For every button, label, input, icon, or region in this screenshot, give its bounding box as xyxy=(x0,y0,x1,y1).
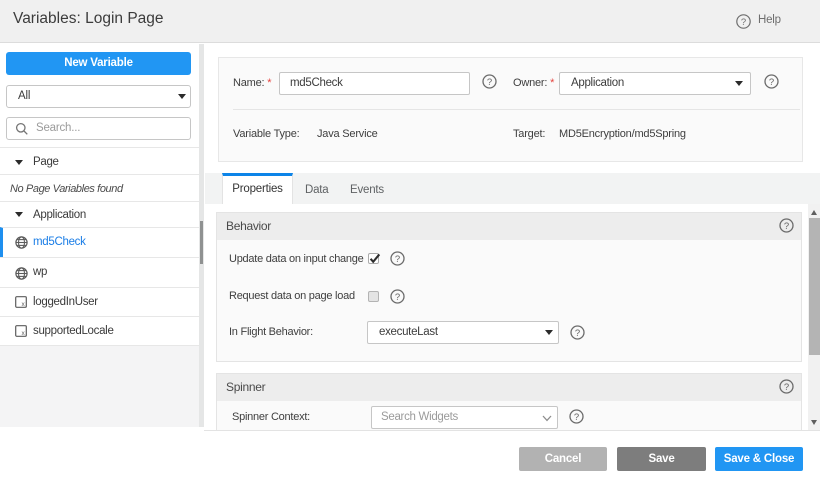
svg-text:?: ? xyxy=(784,221,789,232)
svg-text:?: ? xyxy=(768,77,773,88)
svg-text:?: ? xyxy=(784,382,789,393)
svg-text:?: ? xyxy=(575,328,580,339)
svg-text:?: ? xyxy=(487,77,492,88)
svg-text:?: ? xyxy=(395,254,400,265)
svg-text:?: ? xyxy=(741,17,746,28)
svg-text:?: ? xyxy=(574,412,579,423)
svg-text:?: ? xyxy=(395,292,400,303)
